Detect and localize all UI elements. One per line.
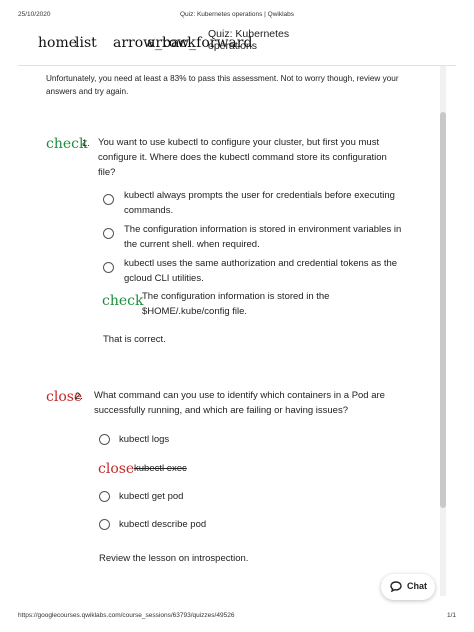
chat-bubble-icon (390, 581, 402, 592)
print-url: https://googlecourses.qwiklabs.com/cours… (18, 612, 235, 619)
question-number: 2. (75, 391, 83, 402)
answer-radio[interactable] (99, 491, 110, 502)
answer-radio[interactable] (99, 434, 110, 445)
answer-option[interactable]: kubectl describe pod (119, 517, 206, 532)
answer-option[interactable]: The configuration information is stored … (124, 222, 404, 252)
answer-option[interactable]: kubectl logs (119, 432, 169, 447)
print-header: 25/10/2020 Quiz: Kubernetes operations |… (18, 11, 456, 21)
chat-button[interactable]: Chat (381, 574, 435, 600)
answer-feedback: Review the lesson on introspection. (99, 553, 249, 564)
question-text: You want to use kubectl to configure you… (98, 137, 387, 178)
answer-option[interactable]: kubectl always prompts the user for cred… (124, 188, 404, 218)
answer-feedback: That is correct. (103, 334, 166, 345)
quiz-toolbar: home list arrow_back arrow_forward Quiz:… (18, 24, 456, 66)
scrollbar[interactable] (440, 66, 446, 596)
selected-close-icon: close (98, 461, 135, 477)
answer-radio[interactable] (103, 194, 114, 205)
selected-answer-option[interactable]: The configuration information is stored … (142, 289, 362, 319)
print-page-number: 1/1 (446, 612, 456, 619)
selected-check-icon: check (102, 293, 144, 309)
answer-radio[interactable] (99, 519, 110, 530)
print-footer: https://googlecourses.qwiklabs.com/cours… (18, 612, 456, 622)
quiz-title: Quiz: Kubernetes operations (208, 28, 290, 52)
answer-radio[interactable] (103, 262, 114, 273)
list-icon[interactable]: list (75, 35, 97, 51)
question-text: What command can you use to identify whi… (94, 390, 385, 416)
answer-option[interactable]: kubectl uses the same authorization and … (124, 256, 404, 286)
chat-label: Chat (407, 581, 427, 591)
answer-radio[interactable] (103, 228, 114, 239)
scrollbar-thumb[interactable] (440, 112, 446, 508)
selected-answer-option[interactable]: kubectl exec (134, 461, 187, 476)
home-icon[interactable]: home (38, 35, 77, 51)
answer-option[interactable]: kubectl get pod (119, 489, 183, 504)
question-number: 1. (82, 138, 90, 149)
result-notice: Unfortunately, you need at least a 83% t… (46, 74, 399, 96)
print-page-title: Quiz: Kubernetes operations | Qwiklabs (179, 11, 295, 18)
